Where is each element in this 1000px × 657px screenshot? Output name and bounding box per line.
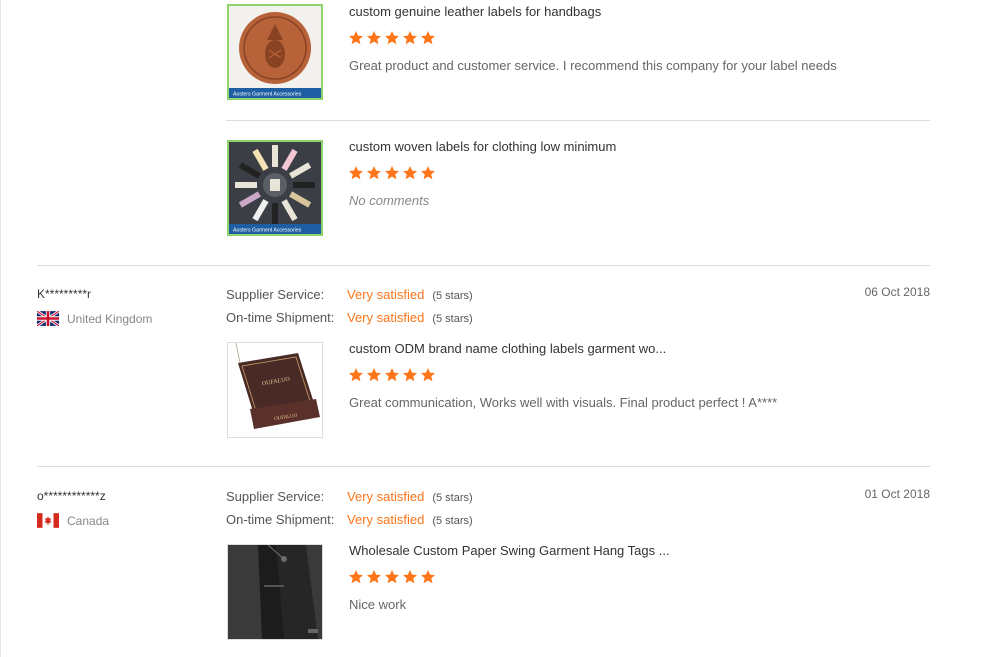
star-icon	[367, 31, 381, 45]
star-icon	[367, 570, 381, 584]
star-icon	[403, 570, 417, 584]
supplier-service-label: Supplier Service:	[226, 287, 325, 302]
star-icon	[403, 166, 417, 180]
ontime-shipment-value: Very satisfied	[347, 512, 425, 527]
woven-labels-image: Aosters Garment Accessories	[229, 142, 321, 234]
review-comment: Great communication, Works well with vis…	[349, 395, 778, 410]
star-icon	[349, 166, 363, 180]
review-divider	[37, 265, 930, 266]
review-date: 01 Oct 2018	[864, 487, 930, 501]
svg-text:Aosters Garment Accessories: Aosters Garment Accessories	[233, 228, 302, 234]
star-icon	[349, 570, 363, 584]
reviewer-country: Canada	[37, 513, 109, 528]
ontime-shipment-label: On-time Shipment:	[226, 310, 335, 325]
product-thumbnail-leather-label[interactable]: Aosters Garment Accessories	[227, 4, 323, 100]
product-thumbnail-brand-labels[interactable]: OUFALUO OUFALUO	[227, 342, 323, 438]
product-title[interactable]: custom genuine leather labels for handba…	[349, 4, 601, 19]
product-divider	[226, 120, 930, 121]
review-comment: Great product and customer service. I re…	[349, 58, 837, 73]
product-rating-stars	[348, 569, 436, 585]
star-icon	[385, 570, 399, 584]
star-icon	[403, 368, 417, 382]
supplier-service-rating: Supplier Service: Very satisfied (5 star…	[226, 489, 473, 504]
review-date: 06 Oct 2018	[864, 285, 930, 299]
ontime-shipment-stars: (5 stars)	[432, 313, 473, 325]
star-icon	[367, 368, 381, 382]
page-left-border	[0, 0, 1, 657]
product-title[interactable]: Wholesale Custom Paper Swing Garment Han…	[349, 543, 670, 558]
ontime-shipment-stars: (5 stars)	[432, 515, 473, 527]
supplier-service-stars: (5 stars)	[432, 290, 473, 302]
ontime-shipment-label: On-time Shipment:	[226, 512, 335, 527]
reviewer-name: K*********r	[37, 287, 92, 301]
product-title[interactable]: custom ODM brand name clothing labels ga…	[349, 341, 666, 356]
review-comment-empty: No comments	[349, 193, 430, 208]
product-title[interactable]: custom woven labels for clothing low min…	[349, 139, 616, 154]
reviewer-name: o************z	[37, 489, 106, 503]
star-icon	[367, 166, 381, 180]
review-comment: Nice work	[349, 597, 407, 612]
country-label: Canada	[67, 513, 110, 528]
supplier-service-value: Very satisfied	[347, 287, 425, 302]
ontime-shipment-rating: On-time Shipment: Very satisfied (5 star…	[226, 310, 473, 325]
supplier-service-value: Very satisfied	[347, 489, 425, 504]
supplier-service-rating: Supplier Service: Very satisfied (5 star…	[226, 287, 473, 302]
product-thumbnail-woven-labels[interactable]: Aosters Garment Accessories	[227, 140, 323, 236]
star-icon	[421, 368, 435, 382]
product-thumbnail-hang-tags[interactable]	[227, 544, 323, 640]
reviewer-country: United Kingdom	[37, 311, 152, 326]
ontime-shipment-rating: On-time Shipment: Very satisfied (5 star…	[226, 512, 473, 527]
star-icon	[385, 166, 399, 180]
ontime-shipment-value: Very satisfied	[347, 310, 425, 325]
star-icon	[385, 368, 399, 382]
brand-label-image: OUFALUO OUFALUO	[228, 343, 322, 437]
star-icon	[421, 166, 435, 180]
supplier-service-label: Supplier Service:	[226, 489, 325, 504]
star-icon	[385, 31, 399, 45]
star-icon	[403, 31, 417, 45]
star-icon	[421, 31, 435, 45]
supplier-service-stars: (5 stars)	[432, 492, 473, 504]
canada-flag-icon	[37, 513, 59, 528]
star-icon	[421, 570, 435, 584]
star-icon	[349, 31, 363, 45]
uk-flag-icon	[37, 311, 59, 326]
review-divider	[37, 466, 930, 467]
leather-label-image: Aosters Garment Accessories	[229, 6, 321, 98]
star-icon	[349, 368, 363, 382]
product-rating-stars	[348, 30, 436, 46]
product-rating-stars	[348, 165, 436, 181]
country-label: United Kingdom	[67, 311, 153, 326]
svg-text:Aosters Garment Accessories: Aosters Garment Accessories	[233, 92, 302, 98]
hang-tags-image	[228, 545, 322, 639]
product-rating-stars	[348, 367, 436, 383]
